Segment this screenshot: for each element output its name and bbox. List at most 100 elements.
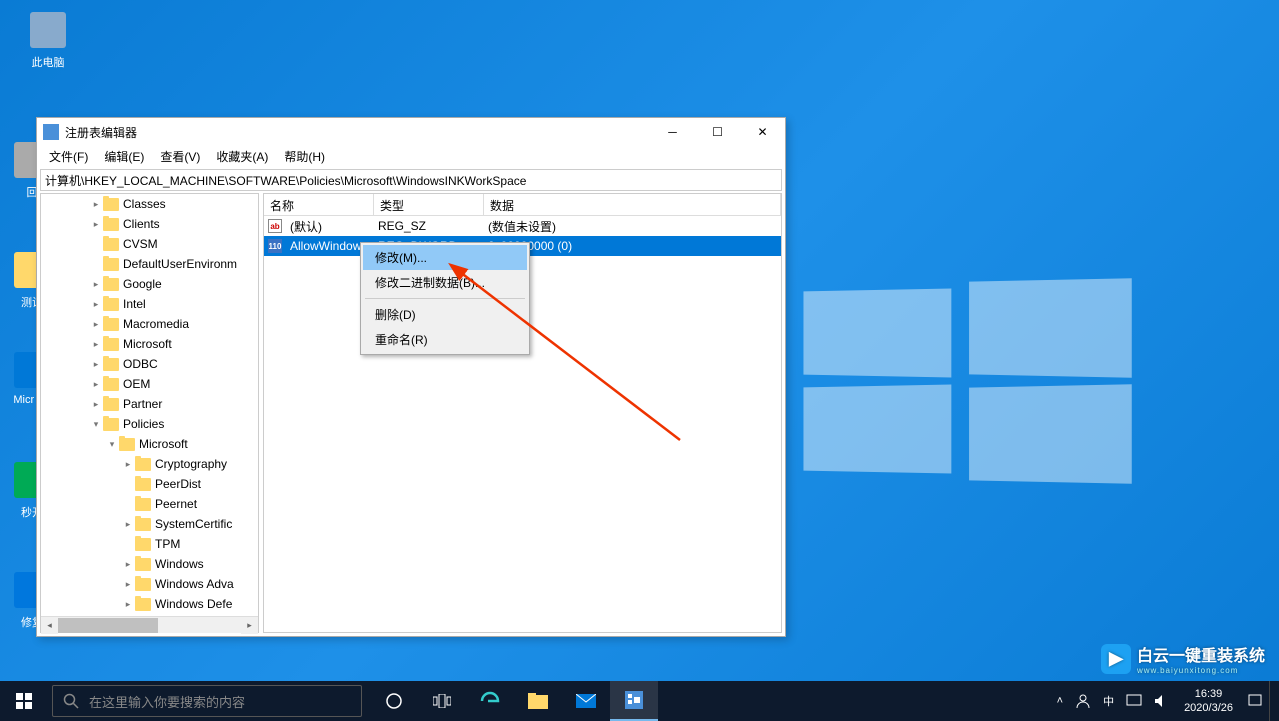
mail-icon[interactable]: [562, 681, 610, 721]
col-type[interactable]: 类型: [374, 194, 484, 215]
show-desktop-button[interactable]: [1269, 681, 1275, 721]
value-type-icon: ab: [268, 219, 282, 233]
tree-node[interactable]: ▸Google: [41, 274, 258, 294]
edge-icon[interactable]: [466, 681, 514, 721]
context-menu-item[interactable]: 修改二进制数据(B)...: [363, 270, 527, 295]
search-box[interactable]: 在这里输入你要搜索的内容: [52, 685, 362, 717]
tree-node[interactable]: ▸Windows Defe: [41, 594, 258, 614]
tree-node[interactable]: PeerDist: [41, 474, 258, 494]
regedit-taskbar-icon[interactable]: [610, 681, 658, 721]
taskbar-clock[interactable]: 16:39 2020/3/26: [1176, 687, 1241, 716]
col-data[interactable]: 数据: [484, 194, 781, 215]
close-button[interactable]: ✕: [740, 118, 785, 146]
tree-expander-icon[interactable]: ▸: [89, 379, 103, 390]
tray-volume-icon[interactable]: [1148, 681, 1176, 721]
tree-label: Microsoft: [139, 437, 188, 451]
folder-icon: [103, 338, 119, 351]
watermark: ▶ 白云一键重装系统 www.baiyunxitong.com: [1101, 642, 1265, 675]
tree-expander-icon[interactable]: ▸: [89, 319, 103, 330]
list-header[interactable]: 名称 类型 数据: [264, 194, 781, 216]
tree-node[interactable]: DefaultUserEnvironm: [41, 254, 258, 274]
context-menu-item[interactable]: 重命名(R): [363, 327, 527, 352]
context-menu: 修改(M)...修改二进制数据(B)... 删除(D)重命名(R): [360, 242, 530, 355]
tree-node[interactable]: ▸Clients: [41, 214, 258, 234]
explorer-icon[interactable]: [514, 681, 562, 721]
tray-notifications-icon[interactable]: [1241, 681, 1269, 721]
cortana-icon[interactable]: [370, 681, 418, 721]
tree-node[interactable]: ▸Cryptography: [41, 454, 258, 474]
folder-icon: [103, 198, 119, 211]
tree-node[interactable]: ▸Macromedia: [41, 314, 258, 334]
tree-node[interactable]: ▸ODBC: [41, 354, 258, 374]
search-icon: [63, 693, 79, 709]
tree-node[interactable]: ▸Microsoft: [41, 334, 258, 354]
folder-icon: [103, 378, 119, 391]
folder-icon: [135, 498, 151, 511]
maximize-button[interactable]: ☐: [695, 118, 740, 146]
folder-icon: [103, 318, 119, 331]
menu-item[interactable]: 编辑(E): [96, 146, 152, 167]
start-button[interactable]: [0, 681, 48, 721]
taskview-icon[interactable]: [418, 681, 466, 721]
tree-expander-icon[interactable]: ▸: [121, 459, 135, 470]
windows-icon: [16, 693, 32, 709]
tree-expander-icon[interactable]: ▸: [89, 339, 103, 350]
desktop-icon-pc[interactable]: 此电脑: [18, 10, 78, 70]
tree-node[interactable]: ▾ Microsoft: [41, 434, 258, 454]
context-menu-item[interactable]: 修改(M)...: [363, 245, 527, 270]
tree-node[interactable]: TPM: [41, 534, 258, 554]
tree-expander-icon[interactable]: ▾: [89, 419, 103, 430]
menu-item[interactable]: 查看(V): [152, 146, 208, 167]
menu-item[interactable]: 收藏夹(A): [208, 146, 276, 167]
tray-people-icon[interactable]: [1069, 681, 1097, 721]
tree-expander-icon[interactable]: ▸: [89, 219, 103, 230]
menu-item[interactable]: 文件(F): [41, 146, 96, 167]
tree-node[interactable]: ▸Windows: [41, 554, 258, 574]
tree-node[interactable]: CVSM: [41, 234, 258, 254]
tree-expander-icon[interactable]: ▸: [89, 299, 103, 310]
context-menu-item[interactable]: 删除(D): [363, 302, 527, 327]
tray-up-icon[interactable]: ˄: [1051, 681, 1069, 721]
tree-expander-icon[interactable]: ▸: [121, 519, 135, 530]
tree-panel[interactable]: ▸Classes▸ClientsCVSMDefaultUserEnvironm▸…: [40, 193, 259, 633]
systray: ˄ 中 16:39 2020/3/26: [1051, 681, 1279, 721]
value-name: (默认): [284, 218, 372, 235]
tree-label: PeerDist: [155, 477, 201, 491]
tree-node[interactable]: Peernet: [41, 494, 258, 514]
menu-item[interactable]: 帮助(H): [276, 146, 333, 167]
tree-node[interactable]: ▸ Windows Adva: [41, 574, 258, 594]
tray-network-icon[interactable]: [1120, 681, 1148, 721]
titlebar[interactable]: 注册表编辑器 ─ ☐ ✕: [37, 118, 785, 146]
tree-expander-icon[interactable]: ▸: [121, 599, 135, 610]
tree-label: Classes: [123, 197, 166, 211]
tree-expander-icon[interactable]: ▸: [89, 279, 103, 290]
tree-label: OEM: [123, 377, 150, 391]
regedit-window: 注册表编辑器 ─ ☐ ✕ 文件(F)编辑(E)查看(V)收藏夹(A)帮助(H) …: [36, 117, 786, 637]
tree-expander-icon[interactable]: ▸: [89, 399, 103, 410]
tray-ime-icon[interactable]: 中: [1097, 681, 1120, 721]
tree-expander-icon[interactable]: ▾: [105, 439, 119, 450]
taskbar: 在这里输入你要搜索的内容 ˄ 中 16:39 2020/3/26: [0, 681, 1279, 721]
folder-icon: [103, 298, 119, 311]
values-panel[interactable]: 名称 类型 数据 ab(默认)REG_SZ(数值未设置)110AllowWind…: [263, 193, 782, 633]
tree-node[interactable]: ▸ Classes: [41, 194, 258, 214]
tree-expander-icon[interactable]: ▸: [89, 359, 103, 370]
tree-hscroll[interactable]: ◂▸: [41, 616, 258, 633]
tree-node[interactable]: ▸Intel: [41, 294, 258, 314]
tree-label: Windows Adva: [155, 577, 234, 591]
tree-node[interactable]: ▸ OEM: [41, 374, 258, 394]
tree-node[interactable]: ▸SystemCertific: [41, 514, 258, 534]
folder-icon: [135, 478, 151, 491]
address-bar[interactable]: 计算机\HKEY_LOCAL_MACHINE\SOFTWARE\Policies…: [40, 169, 782, 191]
desktop-wallpaper-logo: [800, 280, 1130, 480]
tree-label: Policies: [123, 417, 164, 431]
tree-expander-icon[interactable]: ▸: [121, 579, 135, 590]
tree-node[interactable]: ▾ Policies: [41, 414, 258, 434]
minimize-button[interactable]: ─: [650, 118, 695, 146]
col-name[interactable]: 名称: [264, 194, 374, 215]
tree-label: Peernet: [155, 497, 197, 511]
tree-expander-icon[interactable]: ▸: [121, 559, 135, 570]
value-row[interactable]: ab(默认)REG_SZ(数值未设置): [264, 216, 781, 236]
tree-node[interactable]: ▸Partner: [41, 394, 258, 414]
tree-expander-icon[interactable]: ▸: [89, 199, 103, 210]
